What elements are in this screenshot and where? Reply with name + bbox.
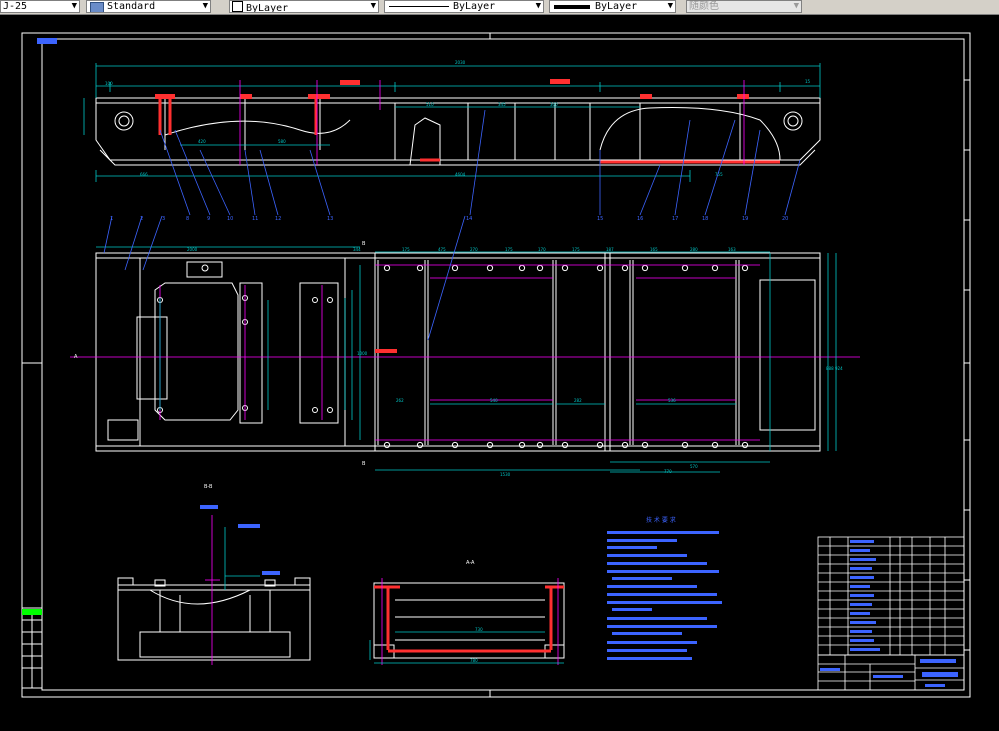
- notes-title: 技 术 要 求: [646, 516, 676, 524]
- dimstyle-dropdown[interactable]: J-25 ▼: [0, 0, 80, 13]
- svg-text:187: 187: [606, 247, 614, 252]
- svg-text:165: 165: [650, 247, 658, 252]
- svg-text:1000: 1000: [357, 351, 368, 356]
- svg-text:730: 730: [475, 627, 483, 632]
- chevron-down-icon: ▼: [667, 1, 673, 11]
- color-dropdown[interactable]: ByLayer ▼: [229, 0, 379, 13]
- svg-text:163: 163: [728, 247, 736, 252]
- svg-text:19: 19: [742, 216, 748, 222]
- parts-list-text: [850, 540, 880, 651]
- svg-text:924: 924: [835, 366, 843, 371]
- svg-text:888: 888: [826, 366, 834, 371]
- revision-strip: [21, 607, 43, 689]
- lineweight-value: ByLayer: [595, 1, 638, 12]
- chevron-down-icon: ▼: [71, 1, 77, 11]
- plan-view: 2000 344 175 475 270 175 170 175 187 165 280 163…: [70, 215, 860, 477]
- corner-label: [37, 38, 57, 44]
- section-b-label: B-B: [204, 484, 213, 490]
- chevron-down-icon: ▼: [370, 1, 376, 11]
- svg-text:20: 20: [782, 216, 788, 222]
- technical-notes: 技 术 要 求: [607, 516, 722, 660]
- properties-toolbar: J-25 ▼ Standard ▼ ByLayer ▼ ByLayer ▼ By…: [0, 0, 999, 15]
- svg-text:666: 666: [140, 172, 148, 177]
- svg-text:15: 15: [597, 216, 603, 222]
- textstyle-value: Standard: [107, 1, 156, 12]
- svg-text:345: 345: [498, 102, 506, 107]
- svg-text:18: 18: [702, 216, 708, 222]
- chevron-down-icon: ▼: [793, 1, 799, 11]
- svg-text:270: 270: [470, 247, 478, 252]
- svg-text:175: 175: [505, 247, 513, 252]
- section-b-view: B-B: [117, 484, 311, 665]
- title-block-text: [820, 659, 958, 687]
- svg-text:1: 1: [110, 216, 113, 222]
- svg-text:262: 262: [396, 398, 404, 403]
- svg-text:A: A: [74, 354, 78, 360]
- plotstyle-value: 随颜色: [689, 1, 719, 12]
- parts-list: [817, 536, 965, 656]
- dimstyle-value: J-25: [3, 1, 28, 12]
- linetype-dropdown[interactable]: ByLayer ▼: [384, 0, 544, 13]
- section-a-view: A-A 780 730: [369, 560, 565, 665]
- chevron-down-icon: ▼: [535, 1, 541, 11]
- svg-text:770: 770: [664, 469, 672, 474]
- color-value: ByLayer: [246, 3, 289, 13]
- svg-text:570: 570: [690, 464, 698, 469]
- svg-text:1530: 1530: [500, 472, 511, 477]
- svg-text:540: 540: [490, 398, 498, 403]
- svg-text:2: 2: [140, 216, 143, 222]
- svg-text:2000: 2000: [187, 247, 198, 252]
- svg-text:420: 420: [198, 139, 206, 144]
- svg-text:175: 175: [402, 247, 410, 252]
- svg-text:755: 755: [715, 172, 723, 177]
- svg-text:175: 175: [572, 247, 580, 252]
- svg-text:11: 11: [252, 216, 258, 222]
- svg-text:14: 14: [466, 216, 472, 222]
- section-width-dim: 780: [470, 658, 478, 663]
- lineweight-preview-icon: [554, 5, 590, 9]
- svg-text:100: 100: [105, 81, 113, 86]
- section-a-label: A-A: [466, 560, 475, 566]
- svg-text:300: 300: [550, 102, 558, 107]
- svg-text:344: 344: [353, 247, 361, 252]
- front-view: 2030 666 4604 755 420 580 510 345 300 100 15: [83, 60, 821, 222]
- svg-text:282: 282: [574, 398, 582, 403]
- svg-text:280: 280: [690, 247, 698, 252]
- lineweight-dropdown[interactable]: ByLayer ▼: [549, 0, 676, 13]
- linetype-value: ByLayer: [453, 1, 496, 12]
- svg-text:170: 170: [538, 247, 546, 252]
- linetype-preview-icon: [389, 6, 449, 7]
- svg-text:10: 10: [227, 216, 233, 222]
- svg-text:536: 536: [668, 398, 676, 403]
- svg-text:16: 16: [637, 216, 643, 222]
- svg-text:4604: 4604: [455, 172, 466, 177]
- plotstyle-dropdown[interactable]: 随颜色 ▼: [686, 0, 802, 13]
- svg-text:475: 475: [438, 247, 446, 252]
- svg-text:9: 9: [207, 216, 210, 222]
- svg-text:B: B: [362, 461, 366, 467]
- svg-text:3: 3: [162, 216, 165, 222]
- drawing-canvas[interactable]: 2030 666 4604 755 420 580 510 345 300 100 15: [0, 15, 999, 731]
- svg-text:B: B: [362, 241, 366, 247]
- svg-text:17: 17: [672, 216, 678, 222]
- svg-text:580: 580: [278, 139, 286, 144]
- svg-text:15: 15: [805, 79, 811, 84]
- textstyle-icon: [90, 2, 104, 12]
- svg-text:13: 13: [327, 216, 333, 222]
- textstyle-dropdown[interactable]: Standard ▼: [86, 0, 211, 13]
- svg-text:2030: 2030: [455, 60, 466, 65]
- svg-text:12: 12: [275, 216, 281, 222]
- chevron-down-icon: ▼: [202, 1, 208, 11]
- color-swatch-icon: [232, 1, 243, 12]
- svg-text:8: 8: [186, 216, 189, 222]
- svg-text:510: 510: [426, 102, 434, 107]
